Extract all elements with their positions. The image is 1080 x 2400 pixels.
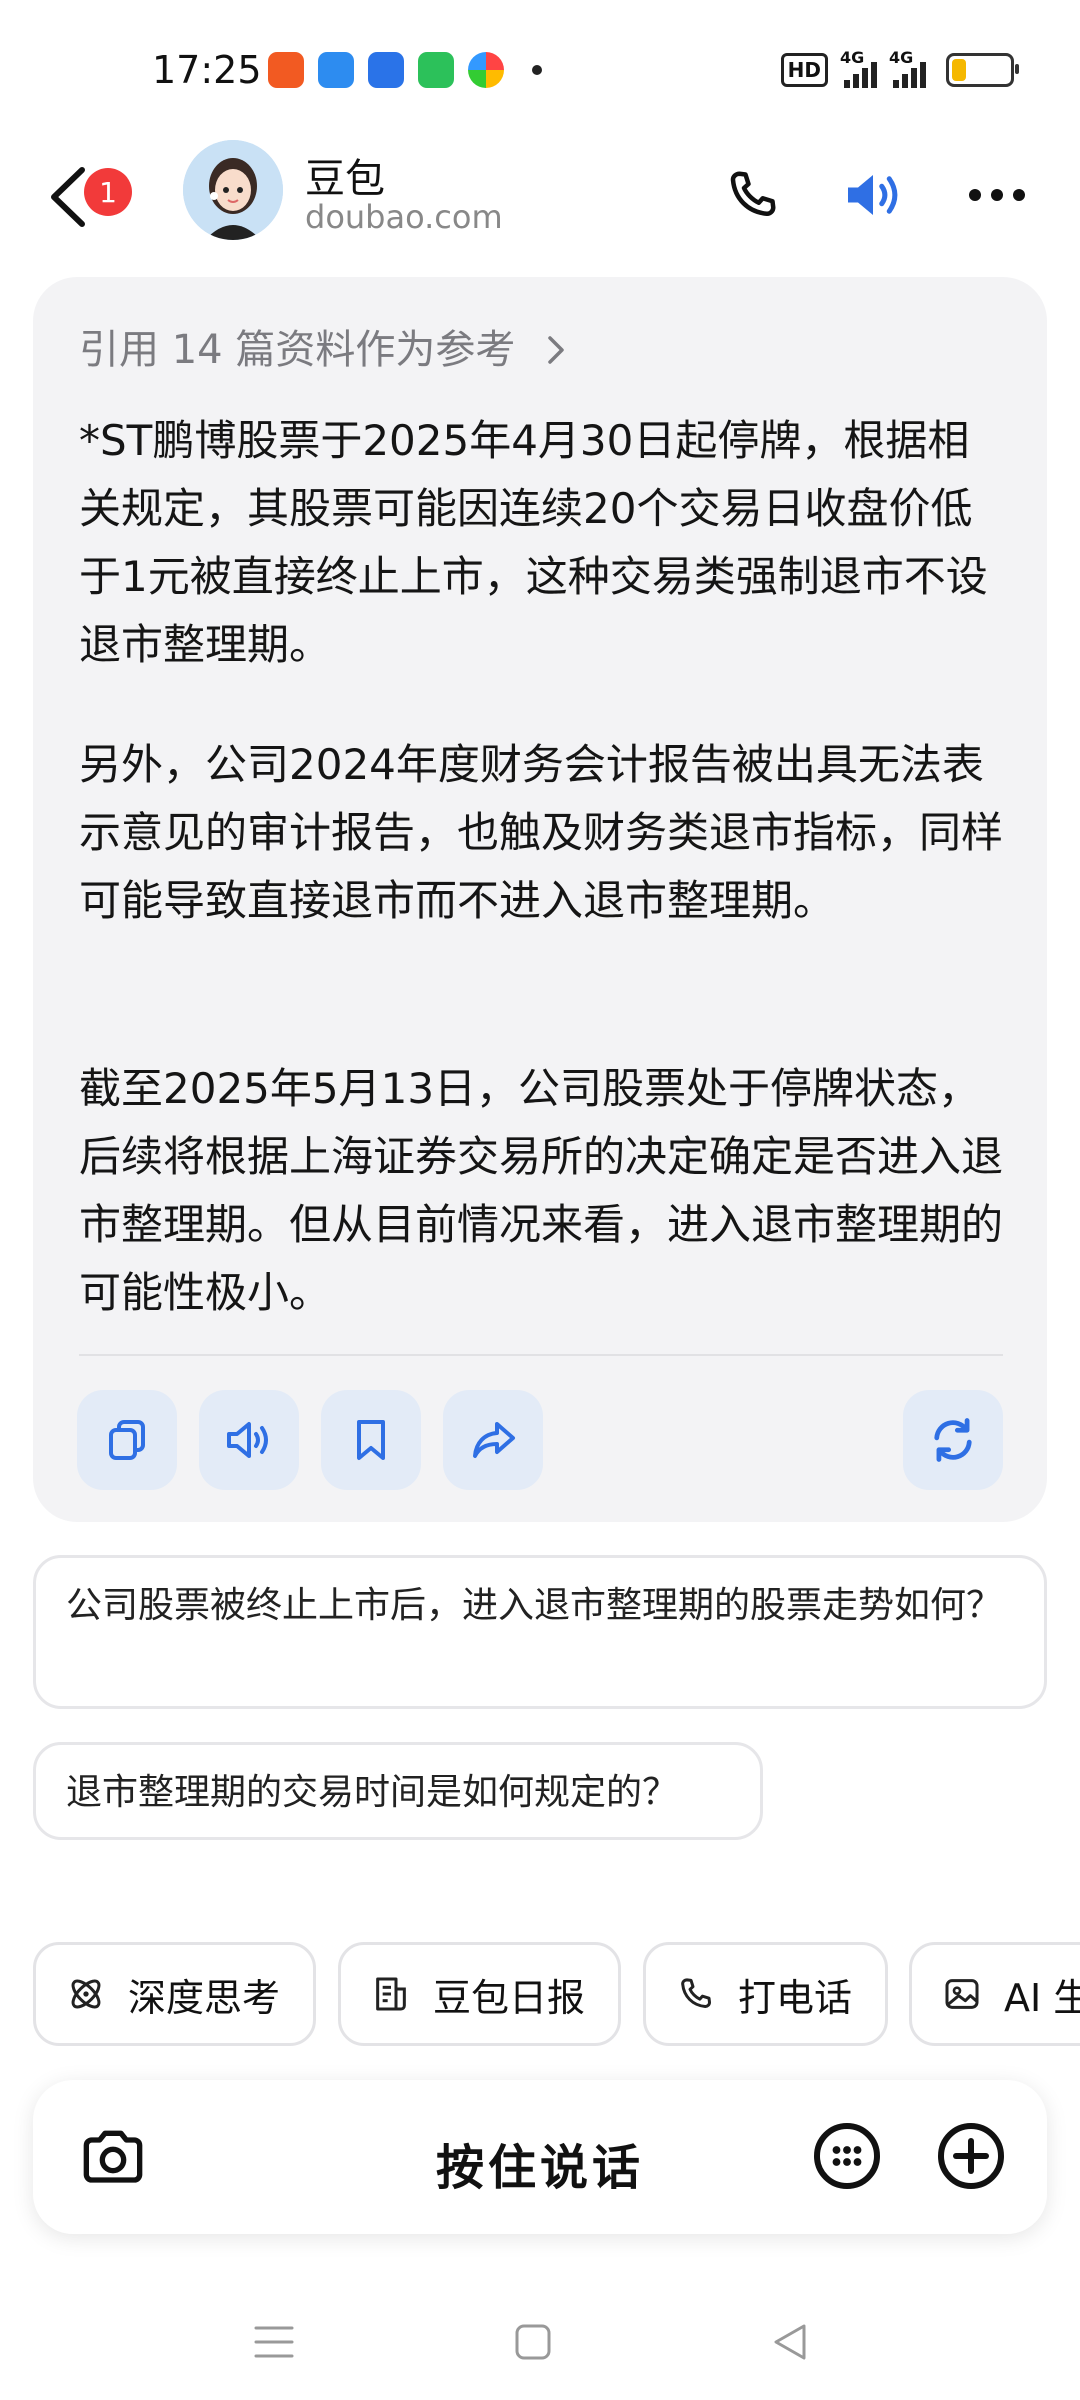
emoji-button[interactable] (807, 2116, 887, 2196)
more-notifications-dot (532, 65, 542, 75)
references-link[interactable]: 引用 14 篇资料作为参考 (79, 317, 566, 375)
home-square-icon (515, 2324, 551, 2360)
hd-voice-icon: HD (780, 53, 828, 87)
phone-icon (730, 171, 776, 216)
answer-paragraph: *ST鹏博股票于2025年4月30日起停牌，根据相关规定，其股票可能因连续20个… (79, 416, 988, 669)
plus-circle-icon (938, 2123, 1004, 2189)
answer-paragraph: 截至2025年5月13日，公司股票处于停牌状态，后续将根据上海证券交易所的决定确… (79, 1064, 1004, 1317)
system-nav-bar (0, 2300, 1080, 2400)
answer-paragraph: 另外，公司2024年度财务会计报告被出具无法表示意见的审计报告，也触及财务类退市… (79, 740, 1004, 925)
status-time: 17:25 (152, 48, 262, 92)
unread-badge: 1 (84, 168, 132, 216)
share-button[interactable] (443, 1390, 543, 1490)
speaker-button[interactable] (838, 160, 908, 230)
battery-icon (946, 53, 1019, 87)
suggested-question[interactable]: 公司股票被终止上市后，进入退市整理期的股票走势如何？ (33, 1555, 1047, 1709)
chip-phone-call[interactable]: 打电话 (643, 1942, 888, 2046)
phone-icon (681, 1978, 711, 2008)
copy-icon (109, 1420, 145, 1460)
hold-to-talk-button[interactable]: 按住说话 (33, 2128, 1047, 2198)
call-button[interactable] (718, 160, 788, 230)
input-bar: 按住说话 (33, 2080, 1047, 2234)
image-icon (945, 1979, 979, 2009)
chevron-right-icon (533, 327, 566, 373)
more-dots-icon (969, 189, 1025, 201)
report-icon (376, 1977, 406, 2011)
refresh-icon (934, 1418, 972, 1462)
divider (79, 1354, 1003, 1356)
app-notification-icon (318, 52, 354, 88)
assistant-domain: doubao.com (305, 198, 503, 236)
atom-icon (71, 1979, 101, 2009)
bookmark-icon (357, 1420, 385, 1460)
home-button[interactable] (503, 2312, 563, 2372)
app-notification-icon (268, 52, 304, 88)
app-notification-icon (468, 52, 504, 88)
speaker-icon (848, 175, 898, 215)
copy-button[interactable] (77, 1390, 177, 1490)
chevron-left-icon (51, 167, 85, 227)
app-notification-icon (418, 52, 454, 88)
share-arrow-icon (473, 1422, 515, 1458)
suggested-question[interactable]: 退市整理期的交易时间是如何规定的？ (33, 1742, 763, 1840)
bookmark-button[interactable] (321, 1390, 421, 1490)
read-aloud-button[interactable] (199, 1390, 299, 1490)
speaker-icon (227, 1422, 268, 1458)
menu-lines-icon (254, 2326, 294, 2358)
assistant-name: 豆包 (305, 156, 385, 202)
chat-header: 1 豆包 doubao.com (0, 140, 1080, 280)
recent-apps-button[interactable] (244, 2312, 304, 2372)
regenerate-button[interactable] (903, 1390, 1003, 1490)
answer-card: 引用 14 篇资料作为参考 *ST鹏博股票于2025年4月30日起停牌，根据相关… (33, 277, 1047, 1522)
chip-deep-think[interactable]: 深度思考 (33, 1942, 316, 2046)
chip-daily-report[interactable]: 豆包日报 (338, 1942, 621, 2046)
signal-icon: 4G (840, 48, 877, 88)
chip-label: 深度思考 (128, 1975, 281, 2020)
assistant-avatar-icon (183, 140, 283, 240)
add-button[interactable] (931, 2116, 1011, 2196)
chip-label: 打电话 (738, 1975, 853, 2020)
avatar[interactable] (183, 140, 283, 240)
system-indicators: HD 4G 4G (780, 48, 1019, 88)
system-back-button[interactable] (760, 2312, 820, 2372)
chip-ai-image[interactable]: AI 生 (909, 1942, 1080, 2046)
more-button[interactable] (962, 160, 1032, 230)
references-label: 引用 14 篇资料作为参考 (79, 327, 516, 373)
emoji-icon (814, 2123, 880, 2189)
back-triangle-icon (774, 2324, 806, 2360)
quick-actions: 深度思考 豆包日报 打电话 AI 生 (33, 1942, 1080, 2046)
signal-icon: 4G (889, 48, 926, 88)
notification-app-icons (268, 52, 542, 88)
chip-label: 豆包日报 (433, 1975, 586, 2020)
chip-label: AI 生 (1004, 1975, 1080, 2020)
app-notification-icon (368, 52, 404, 88)
status-bar: 17:25 HD 4G 4G (0, 0, 1080, 140)
